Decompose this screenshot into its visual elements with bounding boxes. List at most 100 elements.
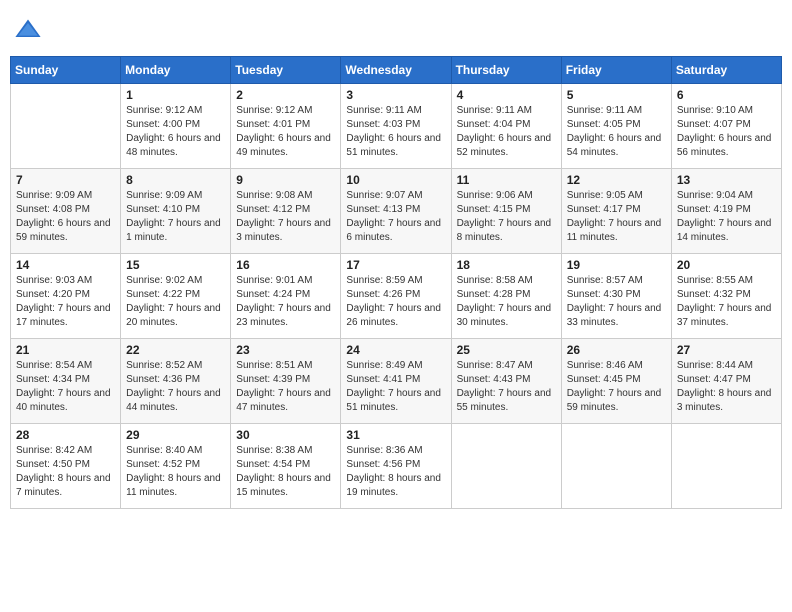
day-number: 11 xyxy=(457,173,556,187)
calendar-week-row: 21Sunrise: 8:54 AMSunset: 4:34 PMDayligh… xyxy=(11,339,782,424)
day-info: Sunrise: 8:54 AMSunset: 4:34 PMDaylight:… xyxy=(16,359,115,415)
calendar-cell xyxy=(671,424,781,509)
calendar-week-row: 28 Sunrise: 8:42 AMSunset: 4:50 PMDayligh… xyxy=(11,424,782,509)
day-info: Sunrise: 8:52 AMSunset: 4:36 PMDaylight:… xyxy=(126,359,225,415)
day-info: Sunrise: 9:12 AMSunset: 4:01 PMDaylight:… xyxy=(236,104,335,160)
day-number: 25 xyxy=(457,343,556,357)
day-number: 20 xyxy=(677,258,776,272)
calendar-cell: 7Sunrise: 9:09 AMSunset: 4:08 PMDaylight… xyxy=(11,169,121,254)
day-number: 9 xyxy=(236,173,335,187)
calendar-cell xyxy=(11,84,121,169)
day-info: Sunrise: 9:01 AMSunset: 4:24 PMDaylight:… xyxy=(236,274,335,330)
day-number: 2 xyxy=(236,88,335,102)
calendar-cell: 12 Sunrise: 9:05 AMSunset: 4:17 PMDayligh… xyxy=(561,169,671,254)
weekday-wednesday: Wednesday xyxy=(341,57,451,84)
day-info: Sunrise: 9:10 AMSunset: 4:07 PMDaylight:… xyxy=(677,104,776,160)
day-number: 28 xyxy=(16,428,115,442)
day-number: 5 xyxy=(567,88,666,102)
day-number: 13 xyxy=(677,173,776,187)
calendar-cell: 29 Sunrise: 8:40 AMSunset: 4:52 PMDayligh… xyxy=(121,424,231,509)
calendar-table: SundayMondayTuesdayWednesdayThursdayFrid… xyxy=(10,56,782,509)
day-info: Sunrise: 9:09 AMSunset: 4:10 PMDaylight:… xyxy=(126,189,225,245)
day-number: 1 xyxy=(126,88,225,102)
calendar-cell xyxy=(561,424,671,509)
calendar-cell: 25 Sunrise: 8:47 AMSunset: 4:43 PMDayligh… xyxy=(451,339,561,424)
day-info: Sunrise: 9:03 AMSunset: 4:20 PMDaylight:… xyxy=(16,274,115,330)
day-info: Sunrise: 9:02 AMSunset: 4:22 PMDaylight:… xyxy=(126,274,225,330)
calendar-cell: 24 Sunrise: 8:49 AMSunset: 4:41 PMDayligh… xyxy=(341,339,451,424)
calendar-week-row: 1 Sunrise: 9:12 AMSunset: 4:00 PMDaylight… xyxy=(11,84,782,169)
page-header xyxy=(10,10,782,50)
calendar-cell xyxy=(451,424,561,509)
day-number: 27 xyxy=(677,343,776,357)
day-info: Sunrise: 8:44 AMSunset: 4:47 PMDaylight:… xyxy=(677,359,776,415)
calendar-cell: 14 Sunrise: 9:03 AMSunset: 4:20 PMDayligh… xyxy=(11,254,121,339)
calendar-cell: 27 Sunrise: 8:44 AMSunset: 4:47 PMDayligh… xyxy=(671,339,781,424)
logo xyxy=(14,16,46,44)
day-number: 10 xyxy=(346,173,445,187)
day-number: 29 xyxy=(126,428,225,442)
calendar-cell: 5 Sunrise: 9:11 AMSunset: 4:05 PMDaylight… xyxy=(561,84,671,169)
day-number: 17 xyxy=(346,258,445,272)
day-info: Sunrise: 9:11 AMSunset: 4:04 PMDaylight:… xyxy=(457,104,556,160)
day-info: Sunrise: 9:07 AMSunset: 4:13 PMDaylight:… xyxy=(346,189,445,245)
calendar-cell: 6Sunrise: 9:10 AMSunset: 4:07 PMDaylight… xyxy=(671,84,781,169)
day-number: 26 xyxy=(567,343,666,357)
day-info: Sunrise: 8:59 AMSunset: 4:26 PMDaylight:… xyxy=(346,274,445,330)
day-number: 12 xyxy=(567,173,666,187)
weekday-monday: Monday xyxy=(121,57,231,84)
calendar-cell: 2 Sunrise: 9:12 AMSunset: 4:01 PMDaylight… xyxy=(231,84,341,169)
calendar-cell: 28 Sunrise: 8:42 AMSunset: 4:50 PMDayligh… xyxy=(11,424,121,509)
calendar-cell: 21Sunrise: 8:54 AMSunset: 4:34 PMDayligh… xyxy=(11,339,121,424)
weekday-thursday: Thursday xyxy=(451,57,561,84)
calendar-week-row: 7Sunrise: 9:09 AMSunset: 4:08 PMDaylight… xyxy=(11,169,782,254)
calendar-cell: 1 Sunrise: 9:12 AMSunset: 4:00 PMDaylight… xyxy=(121,84,231,169)
day-info: Sunrise: 8:46 AMSunset: 4:45 PMDaylight:… xyxy=(567,359,666,415)
day-number: 4 xyxy=(457,88,556,102)
day-info: Sunrise: 9:06 AMSunset: 4:15 PMDaylight:… xyxy=(457,189,556,245)
calendar-cell: 8 Sunrise: 9:09 AMSunset: 4:10 PMDaylight… xyxy=(121,169,231,254)
calendar-cell: 17 Sunrise: 8:59 AMSunset: 4:26 PMDayligh… xyxy=(341,254,451,339)
day-info: Sunrise: 8:47 AMSunset: 4:43 PMDaylight:… xyxy=(457,359,556,415)
calendar-cell: 22 Sunrise: 8:52 AMSunset: 4:36 PMDayligh… xyxy=(121,339,231,424)
day-info: Sunrise: 8:55 AMSunset: 4:32 PMDaylight:… xyxy=(677,274,776,330)
weekday-tuesday: Tuesday xyxy=(231,57,341,84)
day-number: 22 xyxy=(126,343,225,357)
weekday-header-row: SundayMondayTuesdayWednesdayThursdayFrid… xyxy=(11,57,782,84)
calendar-cell: 9Sunrise: 9:08 AMSunset: 4:12 PMDaylight… xyxy=(231,169,341,254)
day-info: Sunrise: 9:12 AMSunset: 4:00 PMDaylight:… xyxy=(126,104,225,160)
calendar-cell: 15Sunrise: 9:02 AMSunset: 4:22 PMDayligh… xyxy=(121,254,231,339)
calendar-cell: 4 Sunrise: 9:11 AMSunset: 4:04 PMDaylight… xyxy=(451,84,561,169)
calendar-cell: 18Sunrise: 8:58 AMSunset: 4:28 PMDayligh… xyxy=(451,254,561,339)
weekday-saturday: Saturday xyxy=(671,57,781,84)
day-info: Sunrise: 8:42 AMSunset: 4:50 PMDaylight:… xyxy=(16,444,115,500)
calendar-cell: 16Sunrise: 9:01 AMSunset: 4:24 PMDayligh… xyxy=(231,254,341,339)
day-number: 23 xyxy=(236,343,335,357)
day-number: 24 xyxy=(346,343,445,357)
calendar-body: 1 Sunrise: 9:12 AMSunset: 4:00 PMDaylight… xyxy=(11,84,782,509)
calendar-cell: 30 Sunrise: 8:38 AMSunset: 4:54 PMDayligh… xyxy=(231,424,341,509)
day-info: Sunrise: 8:49 AMSunset: 4:41 PMDaylight:… xyxy=(346,359,445,415)
day-info: Sunrise: 9:05 AMSunset: 4:17 PMDaylight:… xyxy=(567,189,666,245)
day-info: Sunrise: 9:11 AMSunset: 4:03 PMDaylight:… xyxy=(346,104,445,160)
logo-icon xyxy=(14,16,42,44)
calendar-cell: 31 Sunrise: 8:36 AMSunset: 4:56 PMDayligh… xyxy=(341,424,451,509)
day-info: Sunrise: 8:38 AMSunset: 4:54 PMDaylight:… xyxy=(236,444,335,500)
day-info: Sunrise: 9:11 AMSunset: 4:05 PMDaylight:… xyxy=(567,104,666,160)
calendar-cell: 26 Sunrise: 8:46 AMSunset: 4:45 PMDayligh… xyxy=(561,339,671,424)
day-info: Sunrise: 8:36 AMSunset: 4:56 PMDaylight:… xyxy=(346,444,445,500)
day-number: 30 xyxy=(236,428,335,442)
day-number: 7 xyxy=(16,173,115,187)
day-info: Sunrise: 8:57 AMSunset: 4:30 PMDaylight:… xyxy=(567,274,666,330)
day-number: 31 xyxy=(346,428,445,442)
day-number: 19 xyxy=(567,258,666,272)
day-number: 8 xyxy=(126,173,225,187)
weekday-sunday: Sunday xyxy=(11,57,121,84)
day-number: 14 xyxy=(16,258,115,272)
calendar-cell: 23Sunrise: 8:51 AMSunset: 4:39 PMDayligh… xyxy=(231,339,341,424)
calendar-cell: 10 Sunrise: 9:07 AMSunset: 4:13 PMDayligh… xyxy=(341,169,451,254)
weekday-friday: Friday xyxy=(561,57,671,84)
day-info: Sunrise: 8:40 AMSunset: 4:52 PMDaylight:… xyxy=(126,444,225,500)
day-number: 18 xyxy=(457,258,556,272)
day-number: 3 xyxy=(346,88,445,102)
